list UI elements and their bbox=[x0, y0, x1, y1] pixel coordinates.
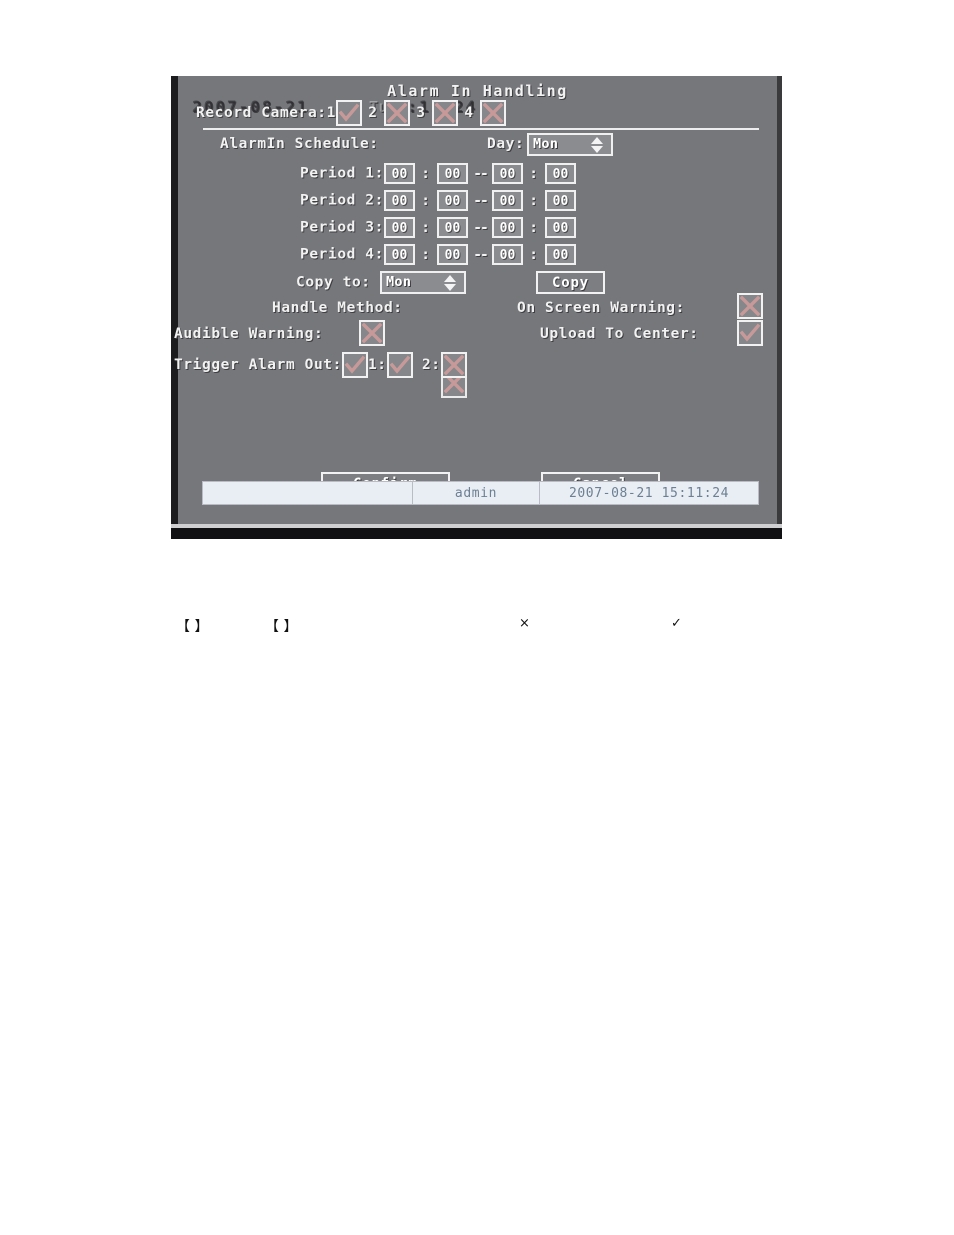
copy-to-dropdown-value: Mon bbox=[385, 274, 412, 290]
period-1-start-hour[interactable]: 00 bbox=[383, 163, 415, 184]
period-3-start-hour[interactable]: 00 bbox=[383, 217, 415, 238]
alarm-out-1-label: 1: bbox=[367, 357, 387, 373]
period-2-end-hour[interactable]: 00 bbox=[491, 190, 523, 211]
period-4-sep-b: : bbox=[529, 246, 539, 263]
period-2-start-hour[interactable]: 00 bbox=[383, 190, 415, 211]
audible-warning-checkbox[interactable] bbox=[359, 320, 385, 346]
period-3-sep-a: : bbox=[421, 219, 431, 236]
figure-caption: 【 】 【 】 × ✓ bbox=[0, 616, 954, 644]
record-camera-num-4: 4 bbox=[464, 105, 474, 121]
copy-spinner-arrows-icon bbox=[443, 275, 457, 291]
record-camera-checkbox-2[interactable] bbox=[383, 100, 410, 126]
frame-left-edge bbox=[171, 76, 178, 539]
record-camera-checkbox-4[interactable] bbox=[479, 100, 506, 126]
period-4-row: Period 4: 00:00 -- 00:00 bbox=[300, 244, 576, 265]
copy-button-wrap: Copy bbox=[536, 271, 605, 294]
record-camera-row: Record Camera:1 2 3 4 bbox=[196, 100, 506, 126]
period-4-end-hour[interactable]: 00 bbox=[491, 244, 523, 265]
period-1-end-hour[interactable]: 00 bbox=[491, 163, 523, 184]
handle-method-label: Handle Method: bbox=[272, 300, 403, 316]
trigger-alarm-out-label: Trigger Alarm Out: bbox=[174, 357, 342, 373]
audible-warning-wrap bbox=[359, 320, 385, 346]
caption-check-glyph: ✓ bbox=[671, 616, 682, 631]
period-4-label: Period 4: bbox=[300, 246, 384, 263]
period-3-range-sep: -- bbox=[473, 219, 488, 236]
period-4-start-hour[interactable]: 00 bbox=[383, 244, 415, 265]
period-1-row: Period 1: 00:00 -- 00:00 bbox=[300, 163, 576, 184]
on-screen-warning-checkbox[interactable] bbox=[737, 293, 763, 319]
section-divider bbox=[203, 128, 759, 130]
caption-cross-glyph: × bbox=[519, 616, 530, 631]
frame-right-edge bbox=[777, 76, 782, 539]
dvr-screenshot-frame: Alarm In Handling 2007-08-21 15:11:24 Tu… bbox=[171, 76, 782, 539]
period-2-label: Period 2: bbox=[300, 192, 384, 209]
record-camera-num-2: 2 bbox=[368, 105, 378, 121]
caption-bracket-a: 【 】 bbox=[176, 619, 209, 635]
alarm-out-2-checkbox[interactable] bbox=[440, 352, 467, 398]
record-camera-num-1: 1 bbox=[326, 105, 336, 121]
record-camera-checkbox-3[interactable] bbox=[431, 100, 458, 126]
period-1-sep-a: : bbox=[421, 165, 431, 182]
copy-to-label: Copy to: bbox=[296, 274, 371, 291]
period-1-end-min[interactable]: 00 bbox=[544, 163, 576, 184]
copy-button[interactable]: Copy bbox=[536, 271, 605, 294]
period-3-label: Period 3: bbox=[300, 219, 384, 236]
period-2-sep-a: : bbox=[421, 192, 431, 209]
alarmin-schedule-label: AlarmIn Schedule: bbox=[220, 136, 379, 152]
osd-dialog: Alarm In Handling 2007-08-21 15:11:24 Tu… bbox=[174, 76, 777, 524]
status-left-cell[interactable] bbox=[203, 482, 413, 504]
status-bar: admin 2007-08-21 15:11:24 bbox=[202, 481, 759, 505]
record-camera-num-3: 3 bbox=[416, 105, 426, 121]
status-datetime: 2007-08-21 15:11:24 bbox=[568, 485, 730, 501]
status-user: admin bbox=[413, 482, 540, 504]
period-2-range-sep: -- bbox=[473, 192, 488, 209]
period-4-sep-a: : bbox=[421, 246, 431, 263]
period-1-start-min[interactable]: 00 bbox=[436, 163, 468, 184]
on-screen-warning-wrap bbox=[737, 293, 763, 319]
period-2-row: Period 2: 00:00 -- 00:00 bbox=[300, 190, 576, 211]
period-1-range-sep: -- bbox=[473, 165, 488, 182]
period-2-sep-b: : bbox=[529, 192, 539, 209]
period-3-row: Period 3: 00:00 -- 00:00 bbox=[300, 217, 576, 238]
period-2-end-min[interactable]: 00 bbox=[544, 190, 576, 211]
record-camera-label: Record Camera: bbox=[196, 105, 327, 121]
period-4-range-sep: -- bbox=[473, 246, 488, 263]
period-4-start-min[interactable]: 00 bbox=[436, 244, 468, 265]
day-dropdown-wrap: Mon bbox=[527, 133, 613, 156]
copy-to-row: Copy to: Mon bbox=[296, 271, 466, 294]
frame-bottom-edge bbox=[171, 528, 782, 539]
alarm-out-2-ghost-artifact bbox=[443, 378, 465, 396]
trigger-alarm-out-checkbox[interactable] bbox=[341, 352, 368, 378]
period-3-end-min[interactable]: 00 bbox=[544, 217, 576, 238]
audible-warning-label: Audible Warning: bbox=[174, 326, 324, 342]
period-3-end-hour[interactable]: 00 bbox=[491, 217, 523, 238]
day-dropdown-value: Mon bbox=[533, 136, 559, 152]
period-1-label: Period 1: bbox=[300, 165, 384, 182]
period-2-start-min[interactable]: 00 bbox=[436, 190, 468, 211]
period-3-start-min[interactable]: 00 bbox=[436, 217, 468, 238]
copy-to-dropdown[interactable]: Mon bbox=[379, 271, 466, 294]
spinner-arrows-icon bbox=[591, 137, 604, 153]
dialog-title: Alarm In Handling bbox=[387, 82, 568, 100]
caption-bracket-b: 【 】 bbox=[265, 619, 298, 635]
alarm-out-2-label: 2: bbox=[421, 357, 441, 373]
upload-to-center-wrap bbox=[737, 320, 763, 346]
upload-to-center-checkbox[interactable] bbox=[737, 320, 763, 346]
period-3-sep-b: : bbox=[529, 219, 539, 236]
record-camera-checkbox-1[interactable] bbox=[335, 100, 362, 126]
day-dropdown[interactable]: Mon bbox=[527, 133, 613, 156]
trigger-alarm-out-row: Trigger Alarm Out: 1: 2: bbox=[174, 352, 467, 398]
period-1-sep-b: : bbox=[529, 165, 539, 182]
upload-to-center-label: Upload To Center: bbox=[540, 326, 699, 342]
on-screen-warning-label: On Screen Warning: bbox=[517, 300, 685, 316]
alarm-out-1-checkbox[interactable] bbox=[386, 352, 413, 378]
page-root: Alarm In Handling 2007-08-21 15:11:24 Tu… bbox=[0, 0, 954, 1235]
period-4-end-min[interactable]: 00 bbox=[544, 244, 576, 265]
day-label: Day: bbox=[487, 136, 525, 152]
